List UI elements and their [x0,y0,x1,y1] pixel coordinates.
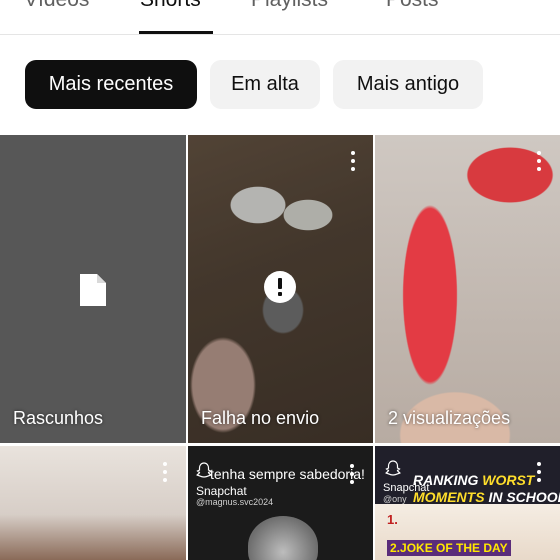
thumbnail-face [248,516,318,560]
chip-mais-recentes[interactable]: Mais recentes [25,60,197,109]
more-vert-icon[interactable] [531,460,547,484]
drafts-tile[interactable]: Rascunhos [0,135,186,443]
handle-label: @magnus.svc2024 [196,497,274,507]
more-vert-icon[interactable] [345,149,361,173]
chip-em-alta[interactable]: Em alta [210,60,320,109]
short-thumbnail[interactable] [0,446,186,560]
failed-upload-label: Falha no envio [201,408,320,428]
tab-videos[interactable]: Vídeos [24,0,89,13]
chip-mais-antigo[interactable]: Mais antigo [333,60,483,109]
video-caption: tenha sempre sabedoria! [210,466,365,482]
channel-tabs: Vídeos Shorts Playlists Posts [0,0,560,35]
more-vert-icon[interactable] [344,462,360,486]
failed-upload-tile[interactable]: Falha no envio [188,135,373,443]
video-title-overlay: RANKING WORST [413,472,535,488]
alert-icon [264,271,296,303]
document-icon [80,274,106,306]
rank-item-1: 1. [387,512,398,527]
views-label: 2 visualizações [388,408,511,428]
short-thumbnail-views[interactable]: 2 visualizações [375,135,560,443]
handle-label: @ony [383,494,407,504]
active-tab-indicator [139,31,213,34]
tab-playlists[interactable]: Playlists [251,0,328,13]
app-label: Snapchat [196,484,247,498]
video-subtitle-overlay: MOMENTS IN SCHOOL [413,489,560,505]
joke-label: 2.JOKE OF THE DAY [387,540,511,556]
more-vert-icon[interactable] [157,460,173,484]
snapchat-ghost-icon [385,460,401,476]
short-thumbnail[interactable]: tenha sempre sabedoria! Snapchat @magnus… [188,446,373,560]
tab-shorts[interactable]: Shorts [140,0,201,13]
tab-posts[interactable]: Posts [386,0,439,13]
drafts-label: Rascunhos [13,408,104,428]
more-vert-icon[interactable] [531,149,547,173]
short-thumbnail[interactable]: Snapchat @ony RANKING WORST MOMENTS IN S… [375,446,560,560]
